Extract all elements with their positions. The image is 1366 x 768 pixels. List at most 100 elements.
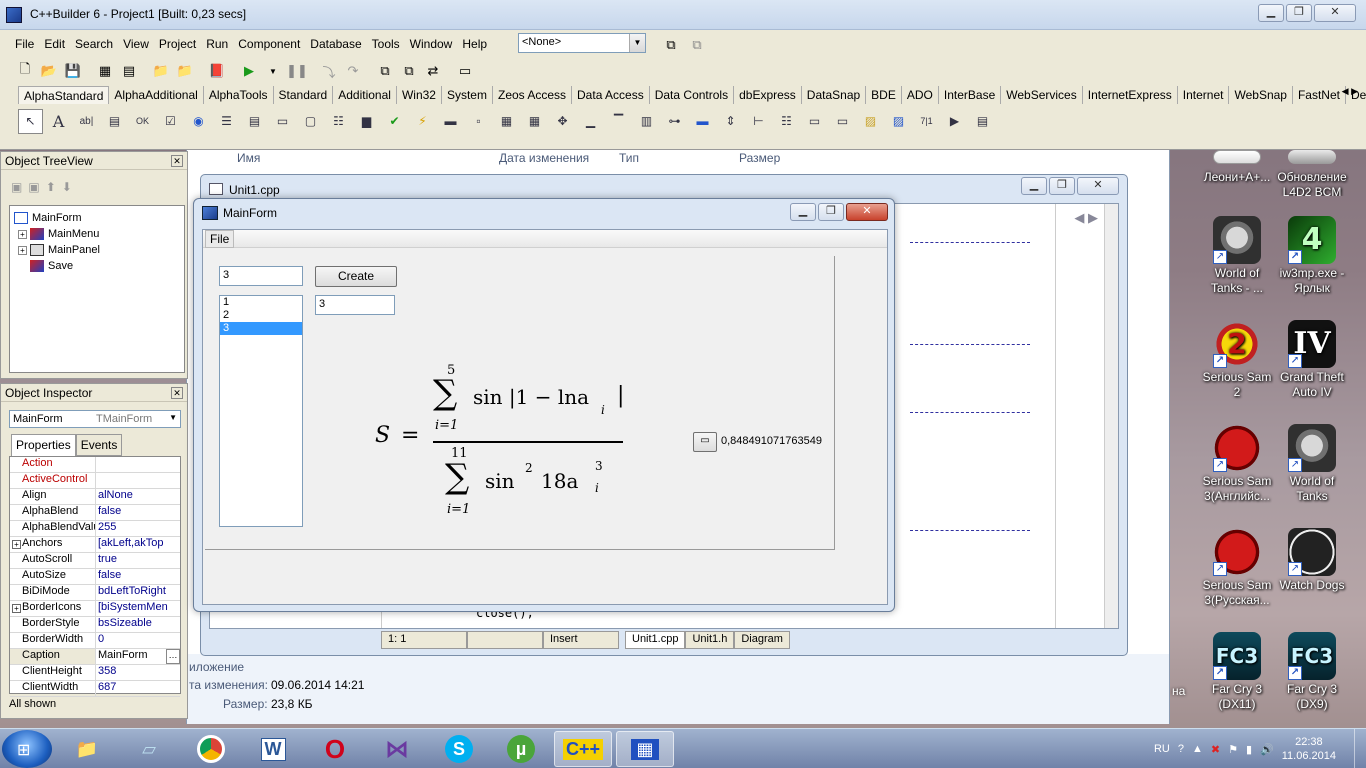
count-input[interactable]: 3 [219, 266, 303, 286]
menu-window[interactable]: Window [405, 37, 458, 51]
editor-tab-unit1-h[interactable]: Unit1.h [685, 631, 735, 649]
add-to-project-icon[interactable]: 📁 [150, 60, 172, 82]
property-row[interactable]: Action [10, 457, 180, 473]
close-icon[interactable]: ✕ [171, 387, 183, 399]
taskbar-mainform[interactable]: ▦ [616, 731, 674, 767]
battery-icon[interactable]: ▮ [1246, 743, 1252, 756]
column-type[interactable]: Тип [619, 151, 639, 165]
desktop-icon-pdf[interactable]: Леони+А+... [1200, 150, 1274, 196]
list-item[interactable]: 2 [220, 309, 302, 322]
close-icon[interactable]: ✕ [1314, 4, 1356, 22]
checkbox-component-icon[interactable]: ☑ [158, 109, 183, 134]
window-list-icon[interactable]: ⧉ [660, 34, 682, 56]
chevron-down-icon[interactable]: ▼ [169, 413, 177, 422]
minimize-icon[interactable]: ▁ [1021, 177, 1047, 195]
open-project-icon[interactable]: ▤ [118, 60, 140, 82]
help-icon[interactable]: ? [1178, 743, 1184, 755]
edit-component-icon[interactable]: ab| [74, 109, 99, 134]
volume-icon[interactable]: 🔊 [1260, 743, 1274, 756]
desktop-icon-watch-dogs[interactable]: ↗ Watch Dogs [1275, 528, 1349, 593]
taskbar-word[interactable]: W [244, 731, 302, 767]
listbox-component-icon[interactable]: ☰ [214, 109, 239, 134]
taskbar-skype[interactable]: S [430, 731, 488, 767]
taskbar-opera[interactable]: O [306, 731, 364, 767]
palette-tab-bde[interactable]: BDE [866, 86, 902, 104]
property-row[interactable]: Align alNone [10, 489, 180, 505]
button-component-icon[interactable]: OK [130, 109, 155, 134]
menu-run[interactable]: Run [201, 37, 233, 51]
palette-tab-internetexpress[interactable]: InternetExpress [1083, 86, 1178, 104]
property-row[interactable]: AlphaBlend false [10, 505, 180, 521]
new-form-icon[interactable]: ▭ [454, 60, 476, 82]
radiogroup-component-icon[interactable]: ☷ [326, 109, 351, 134]
close-icon[interactable]: ✕ [846, 203, 888, 221]
trace-into-icon[interactable]: ⤵ [318, 60, 340, 82]
column-date-modified[interactable]: Дата изменения [499, 151, 589, 165]
toolbar-component-icon[interactable]: ▔ [606, 109, 631, 134]
menu-search[interactable]: Search [70, 37, 118, 51]
help-book-icon[interactable]: 📕 [206, 60, 228, 82]
nav-arrows[interactable]: ◀ ▶ [1074, 210, 1098, 226]
list-item[interactable]: 1 [220, 296, 302, 309]
network-icon[interactable]: ✖ [1211, 743, 1220, 756]
palette-scroll-arrows[interactable]: ◀ ▶ [1342, 86, 1358, 97]
palette-tab-system[interactable]: System [442, 86, 493, 104]
code-vertical-scrollbar[interactable] [1104, 204, 1118, 628]
tree-item-mainpanel[interactable]: + MainPanel [14, 242, 180, 258]
animate-component-icon[interactable]: ▨ [886, 109, 911, 134]
new-file-icon[interactable]: 🗋 [14, 60, 36, 82]
palette-tab-alphaadditional[interactable]: AlphaAdditional [109, 86, 204, 104]
tree-item-save[interactable]: Save [14, 258, 180, 274]
show-hidden-icons-icon[interactable]: ▲ [1192, 743, 1203, 755]
palette-tab-interbase[interactable]: InterBase [939, 86, 1002, 104]
property-row[interactable]: ClientWidth 687 [10, 681, 180, 697]
radio-component-icon[interactable]: ◉ [186, 109, 211, 134]
pointer-arrow-icon[interactable]: ↖ [18, 108, 43, 134]
column-size[interactable]: Размер [739, 151, 780, 165]
menu-tools[interactable]: Tools [367, 37, 405, 51]
progressbar-component-icon[interactable]: ▬ [690, 109, 715, 134]
imagelist-component-icon[interactable]: ▨ [858, 109, 883, 134]
desktop-icon-l4d2-update[interactable]: Обновление L4D2 BCM [1275, 150, 1349, 196]
menu-view[interactable]: View [118, 37, 154, 51]
new-item-icon[interactable]: ▣ [11, 180, 22, 194]
property-row[interactable]: AutoSize false [10, 569, 180, 585]
property-row-selected[interactable]: Caption MainForm… [10, 649, 180, 665]
open-folder-icon[interactable]: 📂 [38, 60, 60, 82]
toggle-form-unit-icon[interactable]: ⇄ [422, 60, 444, 82]
desktop-icon-serious-sam-3-ru[interactable]: ↗ Serious Sam 3(Русская... [1200, 528, 1274, 608]
editor-tab-unit1-cpp[interactable]: Unit1.cpp [625, 631, 686, 649]
property-row[interactable]: AutoScroll true [10, 553, 180, 569]
splitter-component-icon[interactable]: ✥ [550, 109, 575, 134]
tree-item-mainmenu[interactable]: + MainMenu [14, 226, 180, 242]
step-over-icon[interactable]: ↷ [342, 60, 364, 82]
column-name[interactable]: Имя [237, 151, 260, 165]
taskbar-chrome[interactable] [182, 731, 240, 767]
more-components-icon[interactable]: ▶ [942, 109, 967, 134]
speedbutton-component-icon[interactable]: ⚡ [410, 109, 435, 134]
bitbtn-component-icon[interactable]: ✔ [382, 109, 407, 134]
updown-component-icon[interactable]: ⇕ [718, 109, 743, 134]
expand-icon[interactable]: + [12, 604, 21, 613]
palette-tab-win32[interactable]: Win32 [397, 86, 442, 104]
desktop-icon-far-cry-3-dx11[interactable]: FC3 ↗ Far Cry 3 (DX11) [1200, 632, 1274, 712]
desktop-icon-serious-sam-2[interactable]: 2 ↗ Serious Sam 2 [1200, 320, 1274, 400]
palette-tab-datasnap[interactable]: DataSnap [802, 86, 867, 104]
stringgrid-component-icon[interactable]: ▦ [494, 109, 519, 134]
close-icon[interactable]: ✕ [171, 155, 183, 167]
menu-edit[interactable]: Edit [39, 37, 70, 51]
label-component-icon[interactable]: A [46, 109, 71, 134]
maskedit-component-icon[interactable]: ▬ [438, 109, 463, 134]
property-row[interactable]: + BorderIcons [biSystemMen [10, 601, 180, 617]
property-row[interactable]: BorderWidth 0 [10, 633, 180, 649]
combobox-component-icon[interactable]: ▤ [242, 109, 267, 134]
tab-events[interactable]: Events [75, 434, 123, 456]
start-button[interactable]: ⊞ [2, 730, 52, 768]
taskbar-notes[interactable]: ▱ [120, 731, 178, 767]
property-row[interactable]: BiDiMode bdLeftToRight [10, 585, 180, 601]
scrollbar-component-icon[interactable]: ▭ [270, 109, 295, 134]
treeview-component-icon[interactable]: ⊢ [746, 109, 771, 134]
property-row[interactable]: AlphaBlendValu 255 [10, 521, 180, 537]
view-form-icon[interactable]: ⧉ [398, 60, 420, 82]
menu-project[interactable]: Project [154, 37, 201, 51]
